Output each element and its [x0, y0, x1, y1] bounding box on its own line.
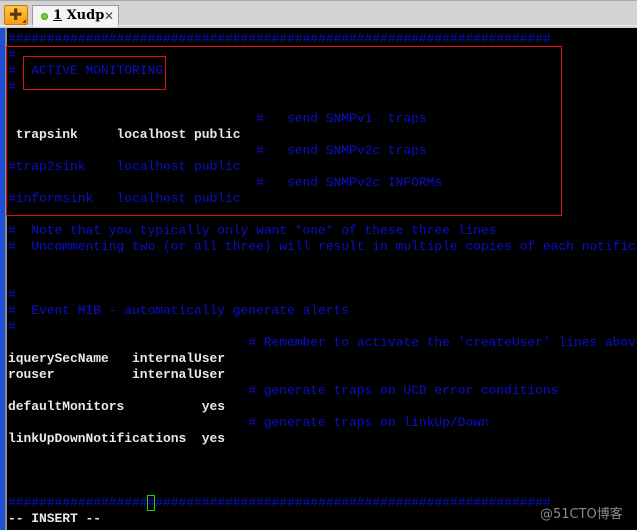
close-icon[interactable]: ✕	[104, 9, 114, 23]
new-tab-button[interactable]: ✚	[4, 5, 28, 25]
editor-line: ########################################…	[8, 495, 551, 510]
watermark: @51CTO博客	[540, 507, 623, 522]
editor-line: #	[8, 319, 16, 334]
highlight-box-title	[23, 56, 166, 90]
tab-bar: ✚ 1 Xudp ✕	[0, 0, 637, 28]
editor-line: # generate traps on UCD error conditions	[8, 383, 559, 398]
editor-line: # Note that you typically only want *one…	[8, 223, 497, 238]
vim-mode-indicator: -- INSERT --	[8, 511, 102, 526]
editor-line: rouser internalUser	[8, 367, 226, 382]
editor-line: defaultMonitors yes	[8, 399, 226, 414]
editor-line: # Remember to activate the 'createUser' …	[8, 335, 637, 350]
editor-line: # generate traps on linkUp/Down	[8, 415, 489, 430]
tab-title: Xudp	[66, 8, 105, 23]
editor-line: # Uncommenting two (or all three) will r…	[8, 239, 637, 254]
editor-line: ########################################…	[8, 31, 551, 46]
tab-divider	[0, 25, 637, 26]
editor-line: linkUpDownNotifications yes	[8, 431, 226, 446]
editor-line: # Event MIB - automatically generate ale…	[8, 303, 350, 318]
text-cursor	[147, 495, 155, 511]
tab-number: 1	[53, 8, 63, 23]
plus-icon: ✚	[9, 5, 23, 24]
session-tab[interactable]: 1 Xudp ✕	[32, 5, 119, 27]
editor-line: iquerySecName internalUser	[8, 351, 226, 366]
connection-status-icon	[41, 13, 48, 20]
editor-line: #	[8, 287, 16, 302]
dropdown-corner-icon	[22, 19, 26, 23]
